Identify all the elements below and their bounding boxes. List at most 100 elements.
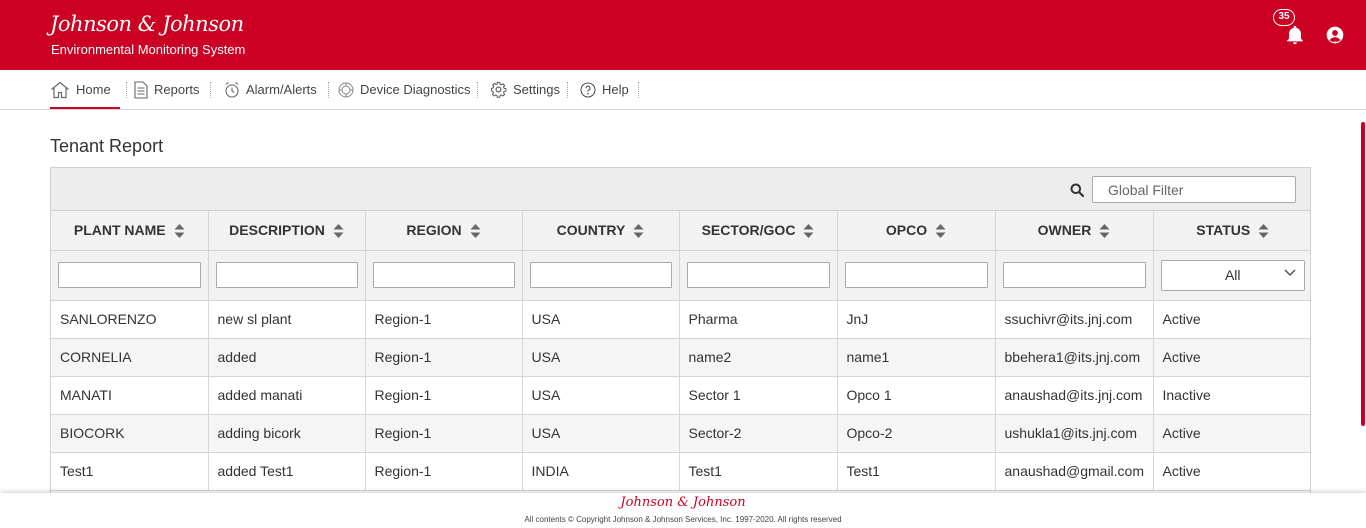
app-header: Johnson & Johnson Environmental Monitori… — [0, 0, 1366, 70]
cell-opco: JnJ — [837, 300, 996, 339]
sort-icon[interactable] — [935, 223, 946, 239]
filter-cell — [208, 250, 366, 301]
cell-country: USA — [522, 338, 680, 377]
sort-icon[interactable] — [470, 223, 481, 239]
sort-icon[interactable] — [803, 223, 814, 239]
opco-filter-input[interactable] — [844, 262, 988, 288]
alarm-icon — [225, 81, 239, 98]
gear-icon — [490, 81, 507, 98]
home-icon — [51, 81, 69, 98]
cell-region: Region-1 — [365, 300, 523, 339]
cell-owner: bbehera1@its.jnj.com — [995, 338, 1154, 377]
column-header-description[interactable]: DESCRIPTION — [208, 211, 366, 251]
table-row[interactable]: SANLORENZO new sl plant Region-1 USA Pharma J… — [51, 300, 1310, 339]
table-row[interactable]: MANATI added manati Region-1 USA Sector 1 Opc… — [51, 376, 1310, 415]
column-header-region[interactable]: REGION — [365, 211, 523, 251]
cell-sector-goc: Sector-2 — [679, 414, 838, 453]
cell-sector-goc: Sector 1 — [679, 376, 838, 415]
global-filter-input[interactable] — [1092, 176, 1296, 203]
nav-help[interactable]: Help — [580, 70, 629, 109]
cell-owner: anaushad@gmail.com — [995, 452, 1154, 491]
nav-device-diagnostics-label: Device Diagnostics — [360, 82, 471, 97]
cell-owner: ssuchivr@its.jnj.com — [995, 300, 1154, 339]
filter-cell — [51, 250, 209, 301]
cell-plant-name: BIOCORK — [51, 414, 209, 453]
cell-region: Region-1 — [365, 414, 523, 453]
main-nav: Home Reports Alarm/Alerts Device Diagnos… — [0, 70, 1366, 110]
plant-name-filter-input[interactable] — [58, 262, 201, 288]
cell-plant-name: CORNELIA — [51, 338, 209, 377]
page-title: Tenant Report — [50, 136, 164, 156]
nav-settings[interactable]: Settings — [490, 70, 560, 109]
nav-reports[interactable]: Reports — [134, 70, 200, 109]
table-row[interactable]: BIOCORK adding bicork Region-1 USA Sector-2 O… — [51, 414, 1310, 453]
user-account-icon[interactable] — [1325, 25, 1345, 45]
nav-separator — [126, 82, 127, 98]
column-header-label: SECTOR/GOC — [701, 221, 796, 238]
cell-status: Active — [1153, 452, 1310, 491]
cell-country: USA — [522, 376, 680, 415]
tenant-report-table: PLANT NAME DESCRIPTION REGION COUNTRY SECTOR… — [50, 167, 1311, 497]
device-icon — [338, 82, 354, 97]
region-filter-input[interactable] — [372, 262, 515, 288]
sector-goc-filter-input[interactable] — [686, 262, 830, 288]
sort-icon[interactable] — [174, 223, 185, 239]
description-filter-input[interactable] — [215, 262, 358, 288]
owner-filter-input[interactable] — [1002, 262, 1146, 288]
page-footer: Johnson & Johnson All contents © Copyrig… — [0, 493, 1366, 528]
nav-reports-label: Reports — [154, 82, 200, 97]
table-row[interactable]: Test1 added Test1 Region-1 INDIA Test1 Test1 a… — [51, 452, 1310, 491]
filter-cell — [995, 250, 1154, 301]
nav-alarm-alerts[interactable]: Alarm/Alerts — [224, 70, 317, 109]
help-icon — [580, 81, 596, 98]
document-icon — [134, 80, 148, 99]
column-header-label: OPCO — [885, 221, 928, 238]
nav-alarm-alerts-label: Alarm/Alerts — [246, 82, 317, 97]
nav-separator — [210, 82, 211, 98]
status-filter-value: All — [1224, 267, 1241, 283]
filter-cell — [837, 250, 996, 301]
column-header-sector-goc[interactable]: SECTOR/GOC — [679, 211, 838, 251]
cell-description: new sl plant — [208, 300, 366, 339]
table-caption — [51, 168, 1310, 211]
nav-device-diagnostics[interactable]: Device Diagnostics — [338, 70, 471, 109]
nav-separator — [477, 82, 478, 98]
filter-cell — [522, 250, 680, 301]
brand-logo[interactable]: Johnson & Johnson — [50, 12, 244, 36]
column-header-owner[interactable]: OWNER — [995, 211, 1154, 251]
cell-description: added — [208, 338, 366, 377]
country-filter-input[interactable] — [529, 262, 672, 288]
sort-icon[interactable] — [333, 223, 344, 239]
sort-icon[interactable] — [633, 223, 644, 239]
sort-icon[interactable] — [1258, 223, 1269, 239]
cell-status: Active — [1153, 414, 1310, 453]
page-scrollbar-thumb[interactable] — [1361, 122, 1365, 426]
bell-icon[interactable] — [1284, 24, 1306, 46]
column-header-label: REGION — [406, 221, 462, 238]
search-icon — [1070, 183, 1084, 197]
cell-region: Region-1 — [365, 452, 523, 491]
sort-icon[interactable] — [1099, 223, 1110, 239]
cell-region: Region-1 — [365, 376, 523, 415]
nav-separator — [567, 82, 568, 98]
cell-opco: name1 — [837, 338, 996, 377]
cell-region: Region-1 — [365, 338, 523, 377]
table-row[interactable]: CORNELIA added Region-1 USA name2 name1 bbeher… — [51, 338, 1310, 377]
column-header-country[interactable]: COUNTRY — [522, 211, 680, 251]
footer-logo: Johnson & Johnson — [620, 495, 746, 510]
cell-description: adding bicork — [208, 414, 366, 453]
nav-home-label: Home — [76, 82, 111, 97]
chevron-down-icon — [1284, 268, 1296, 276]
status-filter-select[interactable]: All — [1160, 259, 1305, 291]
notification-badge[interactable]: 35 — [1273, 9, 1295, 26]
column-header-status[interactable]: STATUS — [1153, 211, 1310, 251]
cell-description: added manati — [208, 376, 366, 415]
cell-country: USA — [522, 414, 680, 453]
cell-plant-name: SANLORENZO — [51, 300, 209, 339]
column-header-plant-name[interactable]: PLANT NAME — [51, 211, 209, 251]
nav-settings-label: Settings — [513, 82, 560, 97]
column-header-label: COUNTRY — [556, 221, 626, 238]
data-table: PLANT NAME DESCRIPTION REGION COUNTRY SECTOR… — [51, 211, 1310, 491]
column-header-opco[interactable]: OPCO — [837, 211, 996, 251]
nav-home[interactable]: Home — [50, 70, 120, 109]
